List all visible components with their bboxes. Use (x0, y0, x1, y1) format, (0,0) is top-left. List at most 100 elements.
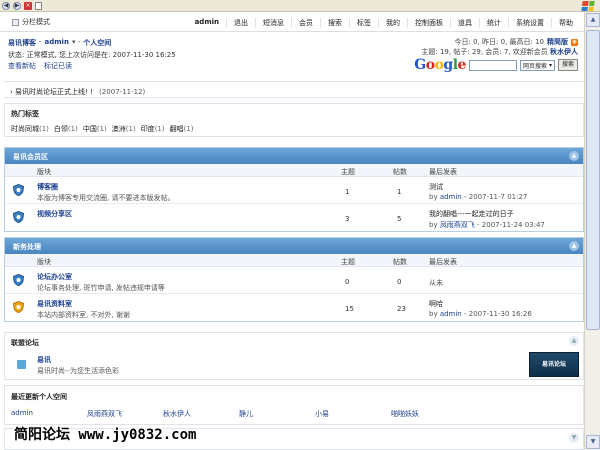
space-link[interactable]: 静儿 (239, 409, 253, 419)
nav-item-members[interactable]: 会员 (291, 18, 320, 28)
page-icon[interactable] (35, 1, 42, 10)
last-post-link[interactable]: 啊哈 (429, 299, 443, 309)
shield-icon (13, 184, 24, 196)
google-logo: Google (414, 57, 466, 73)
last-post-author[interactable]: 凤雨燕双飞 (440, 221, 475, 229)
nav-item-control-panel[interactable]: 控制面板 (407, 18, 450, 28)
daily-stats: 今日: 0, 昨日: 0, 最高日: 10 精简版 ◉ (455, 37, 578, 47)
union-title: 联盟论坛 (11, 339, 39, 347)
scroll-thumb[interactable] (586, 30, 600, 330)
nav-item-stats[interactable]: 统计 (479, 18, 508, 28)
section-title[interactable]: 易讯会员区 (13, 153, 48, 161)
status-line: 状态: 正常模式, 您上次访问是在: 2007-11-30 16:25 (8, 51, 176, 59)
recent-spaces: 最近更新个人空间 admin 凤雨燕双飞 秋水伊人 静儿 小易 啪啪妖妖 (4, 385, 584, 425)
forum-link[interactable]: 论坛办公室 (37, 272, 72, 282)
mark-read-link[interactable]: 标记已读 (44, 61, 72, 71)
last-post-author[interactable]: admin (440, 193, 462, 201)
forum-stats-text: 主题: 19, 帖子: 29, 会员: 7, 欢迎新会员 (421, 48, 548, 56)
forum-link[interactable]: 视频分享区 (37, 209, 72, 219)
forum-section-members: 易讯会员区 ▲ 版块 主题 帖数 最后发表 博客圈 本版为博客专用交流圈, 请不… (4, 147, 584, 232)
watermark: 简阳论坛 www.jy0832.com (14, 427, 197, 443)
search-input[interactable] (468, 59, 517, 71)
split-mode-icon (12, 18, 19, 26)
collapse-icon[interactable]: ▲ (569, 336, 579, 346)
forum-description: 本版为博客专用交流圈, 请不要进本版发帖。 (37, 194, 175, 202)
collapse-icon[interactable]: ▲ (569, 241, 579, 251)
nav-item-tools[interactable]: 道具 (450, 18, 479, 28)
recent-spaces-title: 最近更新个人空间 (11, 393, 67, 401)
breadcrumb-space[interactable]: 个人空间 (83, 38, 111, 48)
space-link[interactable]: admin (11, 409, 33, 417)
hot-tags-title: 热门标签 (11, 110, 39, 118)
col-posts: 帖数 (393, 168, 407, 176)
forum-row: 论坛办公室 论坛事务处理, 斑竹申请, 发帖违规申请等 0 0 从未 (5, 267, 583, 294)
tag-link[interactable]: 翻唱 (170, 125, 184, 133)
space-link[interactable]: 秋水伊人 (163, 409, 191, 419)
union-forums: 联盟论坛 ▲ 易讯 易讯时尚--为您生活添色彩 易讯论坛 (4, 332, 584, 380)
breadcrumb-forum[interactable]: 易讯博客 (8, 38, 36, 48)
view-new-link[interactable]: 查看新帖 (8, 61, 36, 71)
chevron-right-icon: › (10, 88, 13, 96)
forum-description: 本站内部资料室, 不对外, 谢谢 (37, 311, 130, 319)
chevron-down-icon[interactable]: ▾ - (72, 38, 80, 48)
tag-link[interactable]: 中国 (83, 125, 97, 133)
shield-icon (13, 211, 24, 223)
breadcrumb-user[interactable]: admin (45, 38, 69, 48)
newest-member-link[interactable]: 秋水伊人 (550, 48, 578, 56)
scroll-down-icon[interactable]: ▼ (586, 435, 600, 449)
column-header: 版块 主题 帖数 最后发表 (5, 164, 583, 177)
vertical-scrollbar[interactable]: ▲ ▼ (584, 12, 600, 450)
collapse-icon[interactable]: ▲ (569, 151, 579, 161)
rss-icon[interactable]: ◉ (571, 38, 578, 46)
search-type-select[interactable]: 网页搜索 ▾ (519, 59, 555, 71)
nav-item-search[interactable]: 搜索 (320, 18, 349, 28)
topic-count: 3 (345, 215, 350, 223)
tag-item: 翻唱(1) (169, 125, 194, 133)
forum-row: 博客圈 本版为博客专用交流圈, 请不要进本版发帖。 1 1 测试 by admi… (5, 177, 583, 204)
tag-link[interactable]: 澳洲 (112, 125, 126, 133)
tag-link[interactable]: 印度 (141, 125, 155, 133)
union-forum-link[interactable]: 易讯 (37, 355, 51, 365)
scroll-up-icon[interactable]: ▲ (586, 13, 600, 27)
tag-link[interactable]: 时尚同城 (11, 125, 39, 133)
forum-link[interactable]: 博客圈 (37, 182, 58, 192)
stop-icon[interactable]: × (24, 1, 32, 10)
nav-item-messages[interactable]: 短消息 (255, 18, 291, 28)
col-posts: 帖数 (393, 258, 407, 266)
split-mode-toggle[interactable]: 分栏模式 (12, 17, 50, 27)
nav-item-user[interactable]: admin (188, 18, 226, 28)
nav-item-help[interactable]: 帮助 (551, 18, 580, 28)
section-title[interactable]: 新务处理 (13, 243, 41, 251)
link-icon (17, 360, 26, 369)
last-post-link[interactable]: 我的翻唱---一起走过的日子 (429, 209, 514, 219)
col-forum: 版块 (37, 168, 51, 176)
tag-list: 时尚同城(1) 白领(1) 中国(1) 澳洲(1) 印度(1) 翻唱(1) (11, 124, 194, 134)
forum-link[interactable]: 易讯资料室 (37, 299, 72, 309)
nav-item-logout[interactable]: 退出 (226, 18, 255, 28)
breadcrumb: 易讯博客 - admin ▾ - 个人空间 (8, 38, 112, 48)
quick-links: 查看新帖 标记已读 (8, 61, 72, 71)
back-icon[interactable]: ◀ (2, 1, 10, 10)
shield-icon (13, 274, 24, 286)
announcement-link[interactable]: 易讯时尚论坛正式上线! ! (15, 88, 93, 96)
nav-item-mine[interactable]: 我的 (378, 18, 407, 28)
archiver-link[interactable]: 精简版 (547, 37, 568, 47)
post-count: 23 (397, 305, 406, 313)
topic-count: 15 (345, 305, 354, 313)
collapse-icon[interactable]: ▼ (569, 433, 579, 443)
nav-item-settings[interactable]: 系统设置 (508, 18, 551, 28)
forward-icon[interactable]: ▶ (13, 1, 21, 10)
space-link[interactable]: 啪啪妖妖 (391, 409, 419, 419)
nav-item-tags[interactable]: 标签 (349, 18, 378, 28)
tag-link[interactable]: 白领 (54, 125, 68, 133)
topic-count: 1 (345, 188, 350, 196)
space-link[interactable]: 凤雨燕双飞 (87, 409, 122, 419)
last-post-link[interactable]: 测试 (429, 182, 443, 192)
hot-tags-box: 热门标签 时尚同城(1) 白领(1) 中国(1) 澳洲(1) 印度(1) 翻唱(… (4, 103, 584, 137)
split-mode-label: 分栏模式 (22, 18, 50, 26)
space-link[interactable]: 小易 (315, 409, 329, 419)
union-banner[interactable]: 易讯论坛 (529, 352, 579, 377)
col-topics: 主题 (341, 258, 355, 266)
last-post-author[interactable]: admin (440, 310, 462, 318)
search-button[interactable]: 搜索 (557, 59, 578, 71)
